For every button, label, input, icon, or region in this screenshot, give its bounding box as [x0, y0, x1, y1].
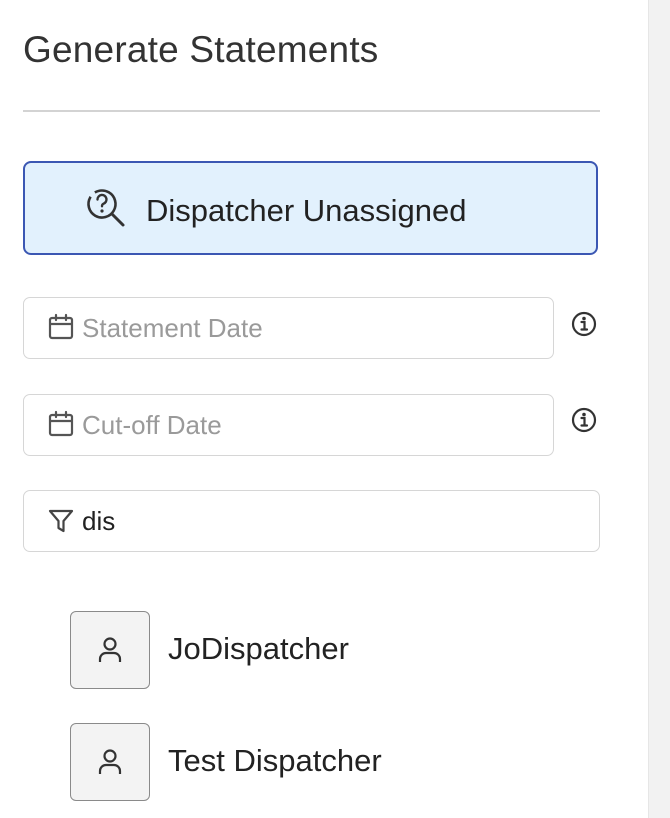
cutoff-date-input[interactable]	[82, 395, 541, 455]
page-title: Generate Statements	[23, 29, 379, 70]
info-icon[interactable]	[570, 310, 598, 338]
status-banner-label: Dispatcher Unassigned	[146, 193, 467, 228]
dispatcher-filter-input[interactable]	[82, 491, 587, 551]
calendar-icon	[48, 313, 74, 340]
divider	[23, 110, 600, 112]
calendar-icon	[48, 410, 74, 437]
dispatcher-name[interactable]: Test Dispatcher	[168, 743, 382, 779]
dispatcher-unassigned-filter[interactable]: Dispatcher Unassigned	[23, 161, 598, 255]
user-avatar-button[interactable]	[70, 723, 150, 801]
cutoff-date-field[interactable]	[23, 394, 554, 456]
right-edge-panel	[648, 0, 670, 818]
user-avatar-button[interactable]	[70, 611, 150, 689]
filter-icon	[48, 509, 74, 533]
dispatcher-name[interactable]: JoDispatcher	[168, 631, 349, 667]
user-icon	[98, 749, 122, 774]
statement-date-input[interactable]	[82, 298, 541, 358]
user-icon	[98, 637, 122, 662]
info-icon[interactable]	[570, 406, 598, 434]
search-question-icon	[87, 189, 125, 227]
statement-date-field[interactable]	[23, 297, 554, 359]
dispatcher-filter-field[interactable]	[23, 490, 600, 552]
